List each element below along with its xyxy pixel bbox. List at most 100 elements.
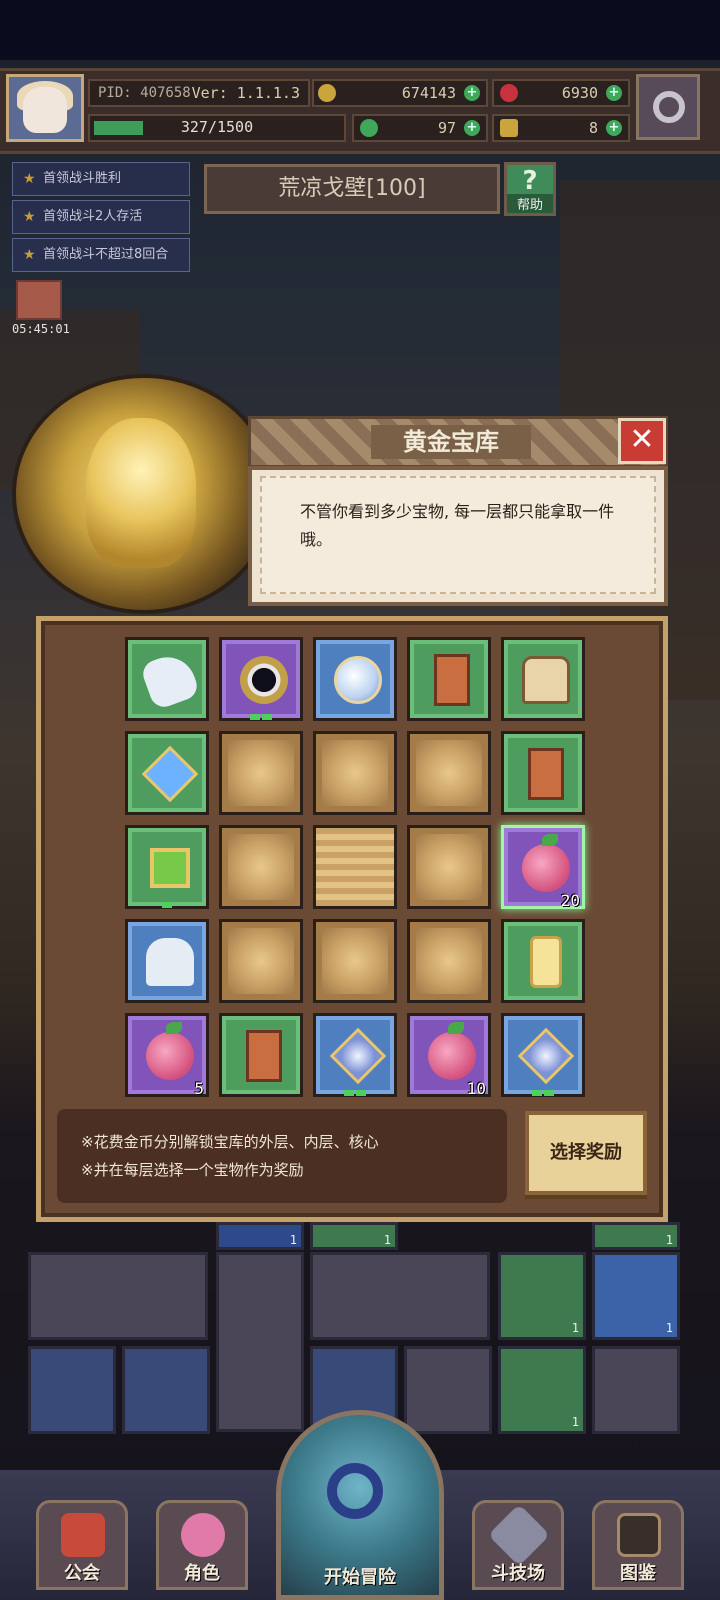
start-adventure-label: 开始冒险 xyxy=(324,1567,396,1588)
vault-item-slot[interactable] xyxy=(125,919,209,1003)
settings-button[interactable] xyxy=(636,74,700,140)
ring-icon xyxy=(240,656,288,704)
quest-item-1: ★ 首领战斗胜利 xyxy=(12,162,190,196)
select-reward-button[interactable]: 选择奖励 xyxy=(525,1111,647,1195)
vault-item-slot[interactable] xyxy=(219,637,303,721)
start-adventure-button[interactable]: 开始冒险 xyxy=(276,1410,444,1600)
item-pips xyxy=(504,1090,582,1096)
key-icon xyxy=(500,119,518,137)
vault-locked-tile[interactable] xyxy=(407,731,491,815)
gift-chest-icon[interactable] xyxy=(16,280,62,320)
pip xyxy=(532,1090,542,1096)
vault-item-slot[interactable] xyxy=(501,731,585,815)
gold-counter[interactable]: 674143 + xyxy=(312,79,488,107)
vault-locked-tile[interactable] xyxy=(219,731,303,815)
bg-gem-slot: 1 xyxy=(498,1252,586,1340)
add-clover-icon[interactable]: + xyxy=(464,120,480,136)
vault-item-slot[interactable] xyxy=(407,637,491,721)
pid-label: PID: 407658 xyxy=(98,85,191,101)
vault-item-slot[interactable]: 10 xyxy=(407,1013,491,1098)
bg-count: 1 xyxy=(665,1321,673,1335)
vault-item-slot[interactable] xyxy=(501,1013,585,1097)
question-icon: ? xyxy=(522,166,538,196)
quest-label: 首领战斗2人存活 xyxy=(43,209,143,224)
clover-icon xyxy=(360,119,378,137)
pip xyxy=(162,902,172,908)
book-icon xyxy=(617,1513,661,1557)
add-key-icon[interactable]: + xyxy=(606,120,622,136)
bg-count: 1 xyxy=(383,1233,391,1247)
add-gold-icon[interactable]: + xyxy=(464,85,480,101)
bg-count: 1 xyxy=(665,1233,673,1247)
close-button[interactable]: ✕ xyxy=(618,418,666,464)
note-line-2: ※并在每层选择一个宝物作为奖励 xyxy=(81,1161,304,1179)
nav-character-label: 角色 xyxy=(184,1563,220,1584)
item-count: 5 xyxy=(194,1079,204,1098)
bg-empty-slot xyxy=(28,1346,116,1434)
gem-counter[interactable]: 6930 + xyxy=(492,79,630,107)
orb-gem-icon xyxy=(329,1027,387,1085)
vault-locked-tile[interactable] xyxy=(219,825,303,909)
vault-item-slot[interactable] xyxy=(219,1013,303,1097)
help-button[interactable]: ? 帮助 xyxy=(504,162,556,216)
bg-count: 1 xyxy=(571,1415,579,1429)
vault-locked-tile[interactable] xyxy=(407,919,491,1003)
pip xyxy=(544,1090,554,1096)
copper-card-icon xyxy=(246,1030,282,1082)
vault-locked-tile[interactable] xyxy=(219,919,303,1003)
vault-item-slot[interactable] xyxy=(313,637,397,721)
scroll-icon xyxy=(530,936,562,988)
xp-bar: 327/1500 xyxy=(88,114,346,142)
pip xyxy=(356,1090,366,1096)
dialog-message: 不管你看到多少宝物, 每一层都只能拿取一件哦。 xyxy=(300,502,615,549)
vault-locked-tile[interactable] xyxy=(313,731,397,815)
bg-relic-slot xyxy=(310,1252,490,1340)
vault-item-slot[interactable] xyxy=(313,1013,397,1097)
key-value: 8 xyxy=(588,119,598,137)
nav-guild-label: 公会 xyxy=(64,1563,100,1584)
character-icon xyxy=(181,1513,225,1557)
item-count: 20 xyxy=(560,891,580,910)
close-icon: ✕ xyxy=(629,422,655,457)
vault-item-slot[interactable] xyxy=(125,731,209,815)
help-label: 帮助 xyxy=(507,194,553,213)
fruit-icon xyxy=(522,834,570,892)
fruit-icon xyxy=(428,1022,476,1080)
bg-gem-slot: 1 xyxy=(592,1252,680,1340)
vault-item-slot[interactable] xyxy=(501,919,585,1003)
version-label: Ver: 1.1.1.3 xyxy=(191,84,300,102)
vault-item-slot[interactable] xyxy=(501,637,585,721)
vault-item-slot[interactable] xyxy=(125,825,209,909)
clover-counter[interactable]: 97 + xyxy=(352,114,488,142)
bg-statue-slot xyxy=(216,1252,304,1432)
bg-chest-slot xyxy=(592,1346,680,1434)
vault-locked-tile[interactable] xyxy=(313,919,397,1003)
vault-core-tile[interactable] xyxy=(313,825,397,909)
bg-sword-slot xyxy=(404,1346,492,1434)
nav-arena[interactable]: 斗技场 xyxy=(472,1500,564,1590)
player-avatar[interactable] xyxy=(6,74,84,142)
vault-panel: 20 5 10 ※花费金币分别解锁宝库的外层、内层、核心 ※并在每层选择一个宝物作为… xyxy=(36,616,668,1222)
nav-character[interactable]: 角色 xyxy=(156,1500,248,1590)
bg-slot-edge: 1 xyxy=(216,1222,304,1250)
nav-guild[interactable]: 公会 xyxy=(36,1500,128,1590)
item-pips xyxy=(222,714,300,720)
add-gem-icon[interactable]: + xyxy=(606,85,622,101)
gear-icon xyxy=(653,91,685,123)
orb-gem-icon xyxy=(517,1027,575,1085)
bg-slot-edge: 1 xyxy=(310,1222,398,1250)
vault-item-slot[interactable]: 5 xyxy=(125,1013,209,1098)
golden-idol-figure xyxy=(86,418,196,568)
crystal-orb-icon xyxy=(334,656,382,704)
nav-arena-label: 斗技场 xyxy=(491,1563,545,1584)
vault-item-slot[interactable] xyxy=(125,637,209,721)
vault-item-slot[interactable]: 20 xyxy=(501,825,585,910)
key-counter[interactable]: 8 + xyxy=(492,114,630,142)
star-icon: ★ xyxy=(23,209,36,225)
vault-locked-tile[interactable] xyxy=(407,825,491,909)
bg-empty-slot xyxy=(122,1346,210,1434)
bg-slot-edge: 1 xyxy=(592,1222,680,1250)
avatar-face xyxy=(23,87,67,133)
dialog-title: 黄金宝库 xyxy=(371,425,531,459)
nav-codex[interactable]: 图鉴 xyxy=(592,1500,684,1590)
